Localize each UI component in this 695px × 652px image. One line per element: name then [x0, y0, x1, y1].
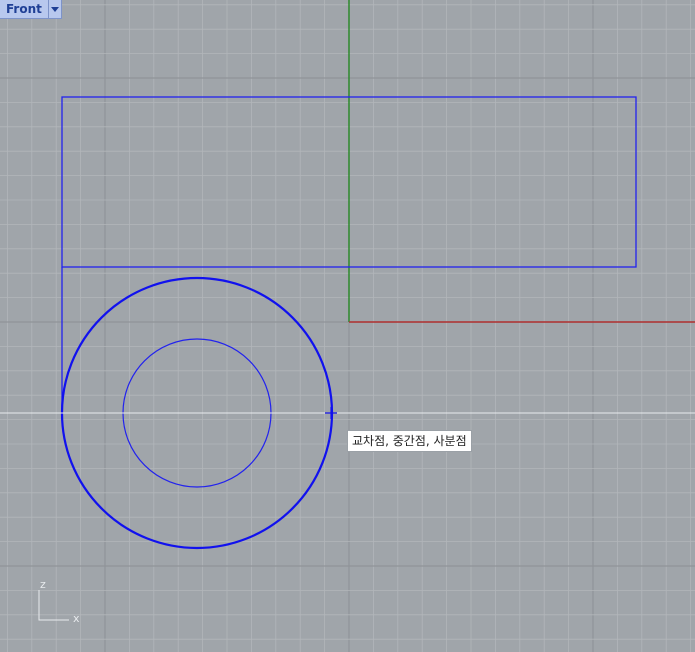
- axis-label-x: x: [73, 612, 80, 625]
- axis-indicator: [38, 590, 69, 621]
- front-viewport[interactable]: z x Front 교차점, 중간점, 사분점: [0, 0, 695, 652]
- osnap-tooltip: 교차점, 중간점, 사분점: [347, 430, 472, 452]
- construction-grid: [0, 0, 695, 652]
- chevron-down-icon: [50, 6, 59, 12]
- viewport-title-tab[interactable]: Front: [0, 0, 62, 19]
- axis-label-z: z: [40, 578, 46, 591]
- crosshair-icon: [325, 407, 337, 419]
- viewport-menu-button[interactable]: [47, 0, 61, 18]
- viewport-canvas[interactable]: z x: [0, 0, 695, 652]
- viewport-title[interactable]: Front: [0, 0, 48, 18]
